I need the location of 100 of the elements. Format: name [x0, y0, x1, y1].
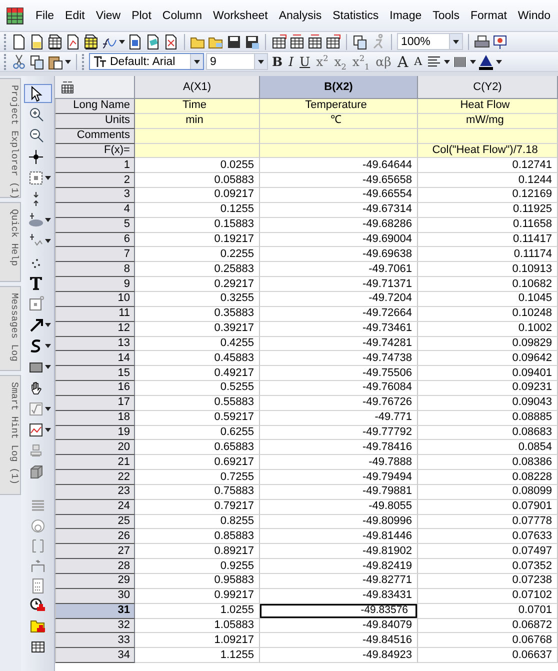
notes-icon[interactable] [145, 34, 161, 50]
font-select[interactable]: Default: Arial [89, 53, 204, 70]
side-tab[interactable]: Messages Log [0, 286, 21, 371]
clock-stamp-icon[interactable] [30, 598, 46, 614]
column-header[interactable]: A(X1) [135, 76, 260, 99]
matrix-icon[interactable] [83, 34, 99, 50]
row-header[interactable]: 27 [55, 544, 135, 560]
side-tab[interactable]: Smart Hint Log (1) [0, 375, 21, 495]
row-header[interactable]: 2 [55, 173, 135, 188]
menu-item[interactable]: Edit [60, 10, 90, 22]
cut-icon[interactable] [11, 54, 27, 70]
row-header[interactable]: 1 [55, 158, 135, 174]
menu-item[interactable]: Plot [126, 10, 157, 22]
worksheet-corner-icon[interactable] [61, 80, 74, 94]
format-button[interactable]: U [298, 52, 312, 70]
row-header[interactable]: 10 [55, 292, 135, 307]
format-button[interactable]: B [270, 52, 285, 70]
menu-item[interactable]: Analysis [273, 10, 328, 22]
caret-icon[interactable] [44, 406, 50, 410]
caret-icon[interactable] [44, 428, 50, 432]
worksheet-icon[interactable] [47, 34, 63, 50]
caret-icon[interactable] [258, 60, 264, 64]
caret-icon[interactable] [44, 176, 50, 180]
copy-icon[interactable] [29, 54, 45, 70]
menu-item[interactable]: File [30, 10, 60, 22]
row-header[interactable]: 11 [55, 306, 135, 322]
caret-icon[interactable] [44, 322, 50, 326]
side-tab[interactable]: Project Explorer (1) [0, 78, 21, 198]
spreadsheet-icon[interactable] [307, 34, 323, 50]
align-icon[interactable] [426, 54, 442, 70]
row-header[interactable]: 15 [55, 366, 135, 382]
caret-icon[interactable] [470, 60, 476, 64]
graph-icon[interactable] [65, 34, 81, 50]
save-template-icon[interactable] [244, 34, 260, 50]
row-header[interactable]: 30 [55, 588, 135, 604]
row-header[interactable]: 22 [55, 470, 135, 485]
row-header[interactable]: 28 [55, 559, 135, 574]
caret-icon[interactable] [496, 60, 502, 64]
row-header[interactable]: 18 [55, 410, 135, 426]
row-header[interactable]: F(x)= [55, 144, 135, 158]
format-button[interactable]: I [286, 52, 296, 70]
folder-stamp-icon[interactable] [30, 618, 46, 634]
row-header[interactable]: 24 [55, 500, 135, 515]
row-header[interactable]: 26 [55, 529, 135, 544]
row-header[interactable]: 16 [55, 381, 135, 396]
row-header[interactable]: 25 [55, 514, 135, 530]
caret-icon[interactable] [44, 218, 50, 222]
row-header[interactable]: 9 [55, 277, 135, 292]
caret-icon[interactable] [44, 364, 50, 368]
format-button[interactable]: A [412, 52, 424, 70]
row-header[interactable]: Units [55, 114, 135, 129]
import-icon[interactable] [325, 34, 341, 50]
print-icon[interactable] [474, 34, 490, 50]
open-document-icon[interactable] [29, 34, 45, 50]
row-header[interactable]: 21 [55, 455, 135, 470]
row-header[interactable]: 17 [55, 396, 135, 411]
save-icon[interactable] [226, 34, 242, 50]
caret-icon[interactable] [65, 60, 71, 64]
menu-item[interactable]: Worksheet [208, 10, 274, 22]
menu-item[interactable]: Windo [512, 10, 556, 22]
dial-icon[interactable] [30, 518, 46, 534]
row-header[interactable]: 34 [55, 648, 135, 664]
format-button[interactable]: A [395, 52, 410, 70]
menu-item[interactable]: Image [384, 10, 428, 22]
slideshow-icon[interactable] [492, 34, 508, 50]
fill-color-icon[interactable] [478, 54, 494, 70]
caret-icon[interactable] [444, 60, 450, 64]
copy-icon[interactable] [352, 34, 368, 50]
format-button[interactable]: αβ [374, 52, 394, 70]
layout-icon[interactable] [127, 34, 143, 50]
row-header[interactable]: 19 [55, 426, 135, 440]
menu-item[interactable]: Format [464, 10, 512, 22]
caret-icon[interactable] [44, 344, 50, 348]
import-icon[interactable] [271, 34, 287, 50]
row-header[interactable]: 6 [55, 232, 135, 248]
row-header[interactable]: 23 [55, 484, 135, 500]
row-header[interactable]: Comments [55, 128, 135, 144]
caret-icon[interactable] [119, 40, 125, 44]
row-header[interactable]: 31 [55, 604, 135, 619]
column-header[interactable]: B(X2) [260, 76, 418, 99]
menu-item[interactable]: Tools [427, 10, 465, 22]
row-header[interactable]: 20 [55, 440, 135, 456]
row-header[interactable]: 14 [55, 351, 135, 366]
row-header[interactable]: 3 [55, 188, 135, 203]
row-header[interactable]: 29 [55, 574, 135, 589]
column-header[interactable]: C(Y2) [418, 76, 558, 99]
caret-icon[interactable] [194, 60, 200, 64]
row-header[interactable]: 13 [55, 336, 135, 352]
spreadsheet-icon[interactable] [289, 34, 305, 50]
menu-item[interactable]: Statistics [327, 10, 384, 22]
caret-icon[interactable] [453, 40, 459, 44]
row-header[interactable]: 7 [55, 247, 135, 262]
format-button[interactable]: x$^{2}$ [314, 52, 330, 70]
row-header[interactable]: Long Name [55, 99, 135, 114]
row-header[interactable]: 8 [55, 262, 135, 278]
row-header[interactable]: 5 [55, 218, 135, 233]
row-header[interactable]: 4 [55, 202, 135, 218]
tool-button[interactable] [24, 84, 52, 103]
paste-icon[interactable] [47, 54, 63, 70]
zoom-select[interactable]: 100% [397, 33, 463, 50]
